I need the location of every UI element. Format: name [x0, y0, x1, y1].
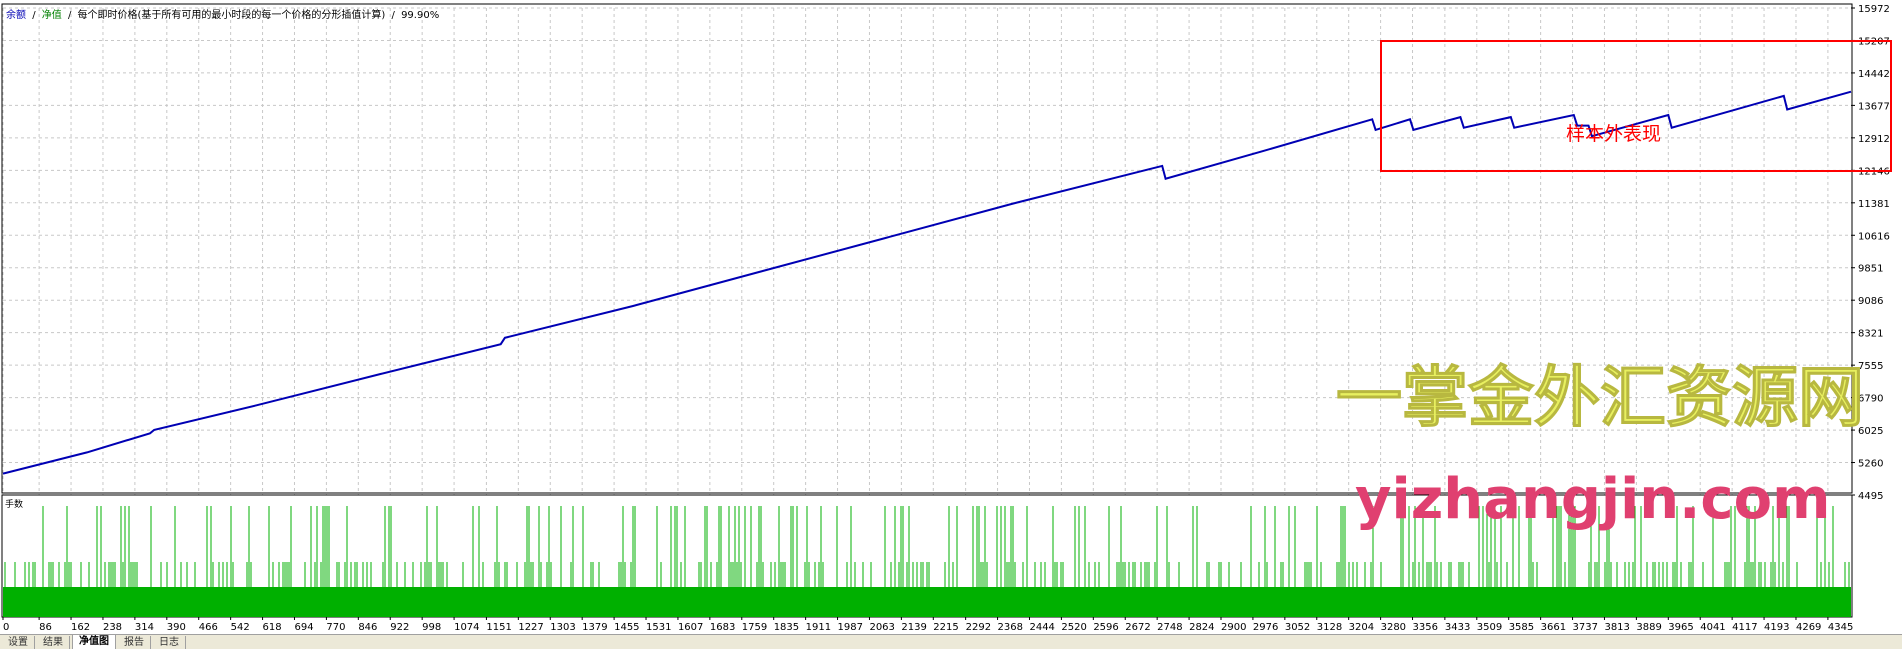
x-axis-ticks: 0 86 162 238 314 390 466 542 618 694 770 846 922 998 1… [2, 617, 1853, 633]
x-tick-label: 4117 [1732, 622, 1757, 633]
y-tick-label: 11381 [1858, 199, 1890, 210]
x-tick-label: 1835 [774, 622, 799, 633]
x-tick-label: 3204 [1349, 622, 1374, 633]
lower-panel-label: 手数 [5, 498, 23, 510]
x-tick-label: 2520 [1061, 622, 1086, 633]
x-tick-label: 2368 [998, 622, 1023, 633]
legend-separator: / [392, 10, 396, 21]
x-tick-label: 3280 [1381, 622, 1406, 633]
x-tick-label: 2976 [1253, 622, 1278, 633]
x-tick-label: 3813 [1604, 622, 1629, 633]
tab-0[interactable]: 设置 [2, 636, 35, 649]
equity-chart: 15972 15207 14442 13677 12912 12146 11381 10616… [0, 0, 1902, 649]
legend-equity: 净值 [42, 8, 62, 21]
x-tick-label: 998 [422, 622, 441, 633]
x-tick-label: 846 [358, 622, 377, 633]
x-tick-label: 1531 [646, 622, 671, 633]
x-tick-label: 3509 [1477, 622, 1502, 633]
x-tick-label: 2063 [869, 622, 894, 633]
x-tick-label: 1911 [806, 622, 831, 633]
x-tick-label: 770 [326, 622, 345, 633]
model-description: 每个即时价格(基于所有可用的最小时段的每一个价格的分形插值计算) [78, 8, 386, 21]
y-tick-label: 9086 [1858, 296, 1883, 307]
x-tick-label: 542 [231, 622, 250, 633]
x-tick-label: 2748 [1157, 622, 1182, 633]
watermark-domain: yizhangjin.com [1355, 467, 1830, 532]
x-tick-label: 2292 [966, 622, 991, 633]
x-tick-label: 2444 [1029, 622, 1054, 633]
x-tick-label: 1227 [518, 622, 543, 633]
x-tick-label: 1455 [614, 622, 639, 633]
legend-separator: / [68, 10, 72, 21]
legend-separator: / [32, 10, 36, 21]
x-tick-label: 3356 [1413, 622, 1438, 633]
y-tick-label: 4495 [1858, 491, 1883, 502]
tab-4[interactable]: 日志 [153, 636, 186, 649]
y-tick-label: 10616 [1858, 231, 1890, 242]
x-tick-label: 162 [71, 622, 90, 633]
x-tick-label: 2824 [1189, 622, 1214, 633]
tab-3[interactable]: 报告 [118, 636, 151, 649]
x-tick-label: 694 [294, 622, 313, 633]
x-tick-label: 2596 [1093, 622, 1118, 633]
x-tick-label: 1987 [838, 622, 863, 633]
x-tick-label: 1151 [486, 622, 511, 633]
x-tick-label: 3433 [1445, 622, 1470, 633]
x-tick-label: 3965 [1668, 622, 1693, 633]
x-tick-label: 4269 [1796, 622, 1821, 633]
y-tick-label: 14442 [1858, 69, 1890, 80]
x-tick-label: 1759 [742, 622, 767, 633]
x-tick-label: 1303 [550, 622, 575, 633]
x-tick-label: 922 [390, 622, 409, 633]
x-tick-label: 2672 [1125, 622, 1150, 633]
x-tick-label: 3128 [1317, 622, 1342, 633]
x-tick-label: 3737 [1573, 622, 1598, 633]
tab-bar: 设置 结果 净值图 报告 日志 [0, 634, 1902, 649]
x-tick-label: 1683 [710, 622, 735, 633]
x-tick-label: 2139 [901, 622, 926, 633]
legend-balance: 余额 [6, 8, 26, 21]
x-tick-label: 3052 [1285, 622, 1310, 633]
x-tick-label: 390 [167, 622, 186, 633]
y-tick-label: 9851 [1858, 264, 1883, 275]
y-tick-label: 8321 [1858, 329, 1883, 340]
x-tick-label: 2215 [933, 622, 958, 633]
modelling-quality: 99.90% [401, 10, 439, 21]
x-tick-label: 1607 [678, 622, 703, 633]
x-tick-label: 4041 [1700, 622, 1725, 633]
x-tick-label: 4345 [1828, 622, 1853, 633]
y-tick-label: 5260 [1858, 459, 1883, 470]
tab-1[interactable]: 结果 [37, 636, 70, 649]
x-tick-label: 3585 [1509, 622, 1534, 633]
chart-canvas: 1597215207144421367712912121461138110616… [1, 3, 1892, 633]
x-tick-label: 618 [263, 622, 282, 633]
out-of-sample-label: 样本外表现 [1566, 123, 1661, 145]
tab-2[interactable]: 净值图 [72, 635, 116, 649]
x-tick-label: 238 [103, 622, 122, 633]
x-tick-label: 3661 [1541, 622, 1566, 633]
x-tick-label: 466 [199, 622, 218, 633]
x-tick-label: 4193 [1764, 622, 1789, 633]
lots-base-band [3, 587, 1851, 617]
x-tick-label: 86 [39, 622, 52, 633]
header-legend: 余额 / 净值 / 每个即时价格(基于所有可用的最小时段的每一个价格的分形插值计… [6, 8, 439, 21]
y-tick-label: 12912 [1858, 134, 1890, 145]
x-tick-label: 1379 [582, 622, 607, 633]
x-tick-label: 2900 [1221, 622, 1246, 633]
x-tick-label: 1074 [454, 622, 479, 633]
y-tick-label: 15972 [1858, 4, 1890, 15]
watermark-cn: 一掌金外汇资源网 [1336, 359, 1864, 436]
x-tick-label: 314 [135, 622, 154, 633]
x-tick-label: 3889 [1636, 622, 1661, 633]
x-tick-label: 0 [3, 622, 9, 633]
y-tick-label: 13677 [1858, 101, 1890, 112]
